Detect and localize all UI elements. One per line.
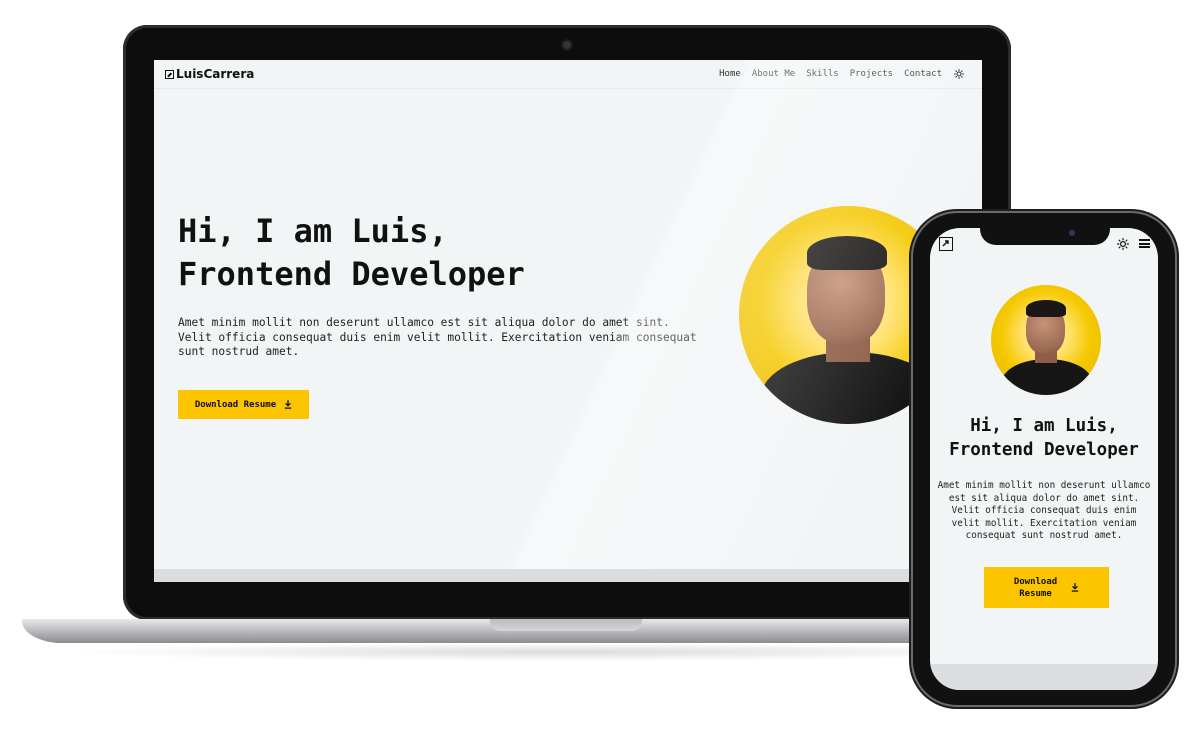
phone-notch bbox=[980, 226, 1110, 245]
nav-link-about-me[interactable]: About Me bbox=[752, 69, 795, 79]
laptop-screen: LuisCarrera Home About Me Skills Project… bbox=[154, 60, 982, 582]
download-resume-button[interactable]: Download Resume bbox=[178, 390, 309, 419]
hero-title-line1: Hi, I am Luis, bbox=[178, 212, 448, 250]
mobile-button-line2: Resume bbox=[1019, 588, 1052, 599]
desktop-logo[interactable]: LuisCarrera bbox=[165, 67, 254, 81]
desktop-hero-text: Amet minim mollit non deserunt ullamco e… bbox=[178, 316, 697, 358]
laptop-camera bbox=[563, 41, 571, 49]
hero-title-line2: Frontend Developer bbox=[178, 255, 525, 293]
logo-icon[interactable] bbox=[939, 237, 953, 251]
laptop-trackpad-notch bbox=[490, 619, 642, 631]
hamburger-menu-icon[interactable] bbox=[1139, 239, 1150, 248]
mobile-hero-text: Amet minim mollit non deserunt ullamco e… bbox=[937, 480, 1151, 542]
logo-icon bbox=[165, 69, 174, 79]
sun-icon[interactable] bbox=[1117, 238, 1129, 250]
mobile-hero-title-line1: Hi, I am Luis, bbox=[970, 416, 1118, 436]
mobile-hero-title-line2: Frontend Developer bbox=[949, 440, 1139, 460]
desktop-navbar: LuisCarrera Home About Me Skills Project… bbox=[154, 60, 982, 89]
download-icon bbox=[284, 400, 292, 409]
mobile-profile-photo bbox=[991, 285, 1101, 395]
sun-icon[interactable] bbox=[954, 69, 964, 79]
desktop-hero-title: Hi, I am Luis, Frontend Developer bbox=[178, 210, 525, 296]
nav-link-contact[interactable]: Contact bbox=[904, 69, 942, 79]
mobile-page-footer bbox=[930, 664, 1158, 690]
nav-link-skills[interactable]: Skills bbox=[806, 69, 839, 79]
laptop-page-footer bbox=[154, 569, 982, 582]
mobile-download-resume-button[interactable]: Download Resume bbox=[984, 567, 1109, 608]
nav-link-projects[interactable]: Projects bbox=[850, 69, 893, 79]
download-resume-label: Download Resume bbox=[194, 399, 277, 410]
mobile-button-line1: Download bbox=[1013, 576, 1058, 587]
logo-text: LuisCarrera bbox=[176, 67, 255, 81]
mobile-download-resume-label: Download Resume bbox=[1014, 576, 1057, 600]
nav-link-home[interactable]: Home bbox=[719, 69, 741, 79]
phone-screen: Hi, I am Luis, Frontend Developer Amet m… bbox=[930, 228, 1158, 690]
laptop-shadow bbox=[60, 643, 1060, 661]
mobile-hero-title: Hi, I am Luis, Frontend Developer bbox=[930, 414, 1158, 462]
download-icon bbox=[1071, 583, 1079, 592]
desktop-nav-links: Home About Me Skills Projects Contact bbox=[719, 69, 942, 79]
phone-camera bbox=[1069, 230, 1075, 236]
